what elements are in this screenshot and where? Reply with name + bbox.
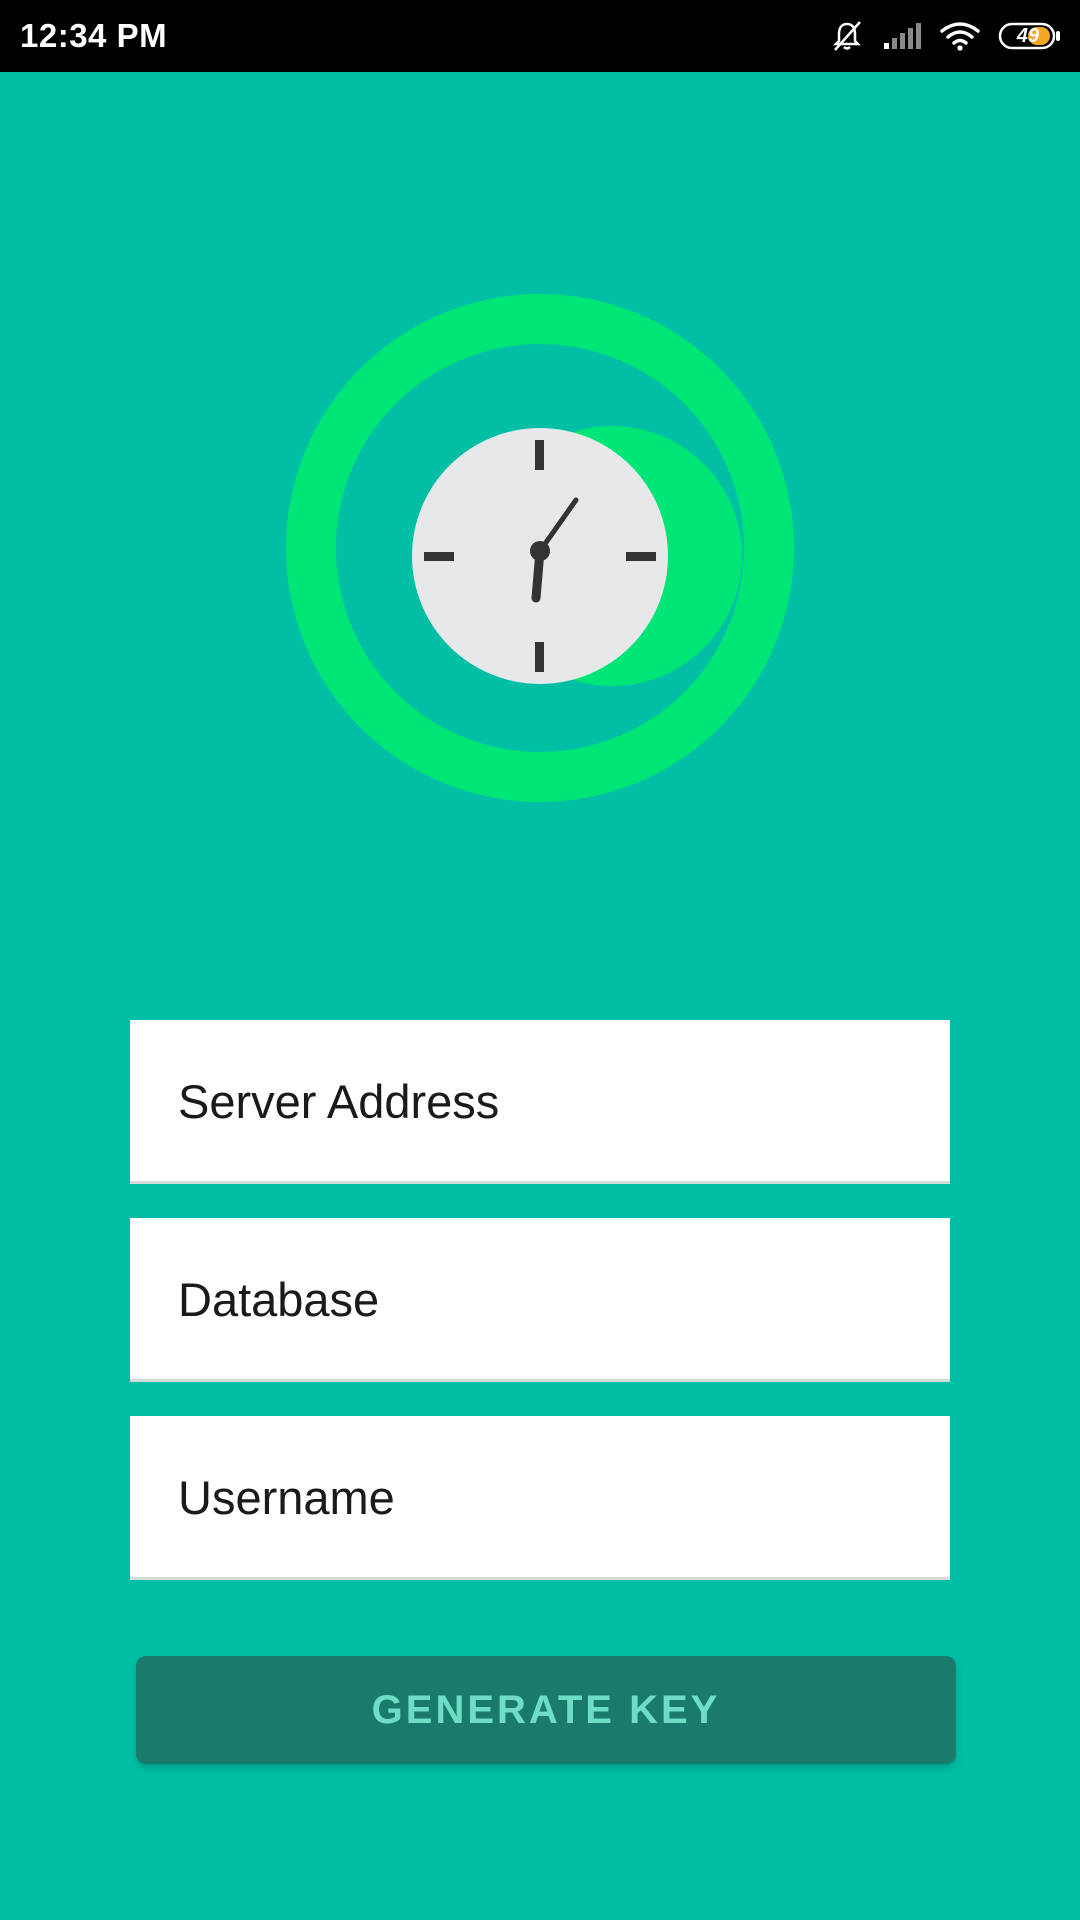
signal-icon [882,21,922,51]
battery-level: 49 [1016,25,1040,47]
generate-key-button[interactable]: GENERATE KEY [136,1656,956,1764]
wifi-icon [940,21,980,51]
database-placeholder: Database [178,1273,380,1326]
battery-icon: 49 [998,21,1062,51]
clock-icon [286,294,794,802]
status-time: 12:34 PM [20,17,168,54]
server-address-field[interactable]: Server Address [130,1020,950,1184]
app-logo [280,288,800,808]
status-bar: 12:34 PM 49 [0,0,1080,72]
status-icons: 49 [830,0,1062,72]
database-field[interactable]: Database [130,1218,950,1382]
username-placeholder: Username [178,1471,395,1524]
server-address-placeholder: Server Address [178,1075,500,1128]
bell-muted-icon [830,19,864,53]
username-field[interactable]: Username [130,1416,950,1580]
